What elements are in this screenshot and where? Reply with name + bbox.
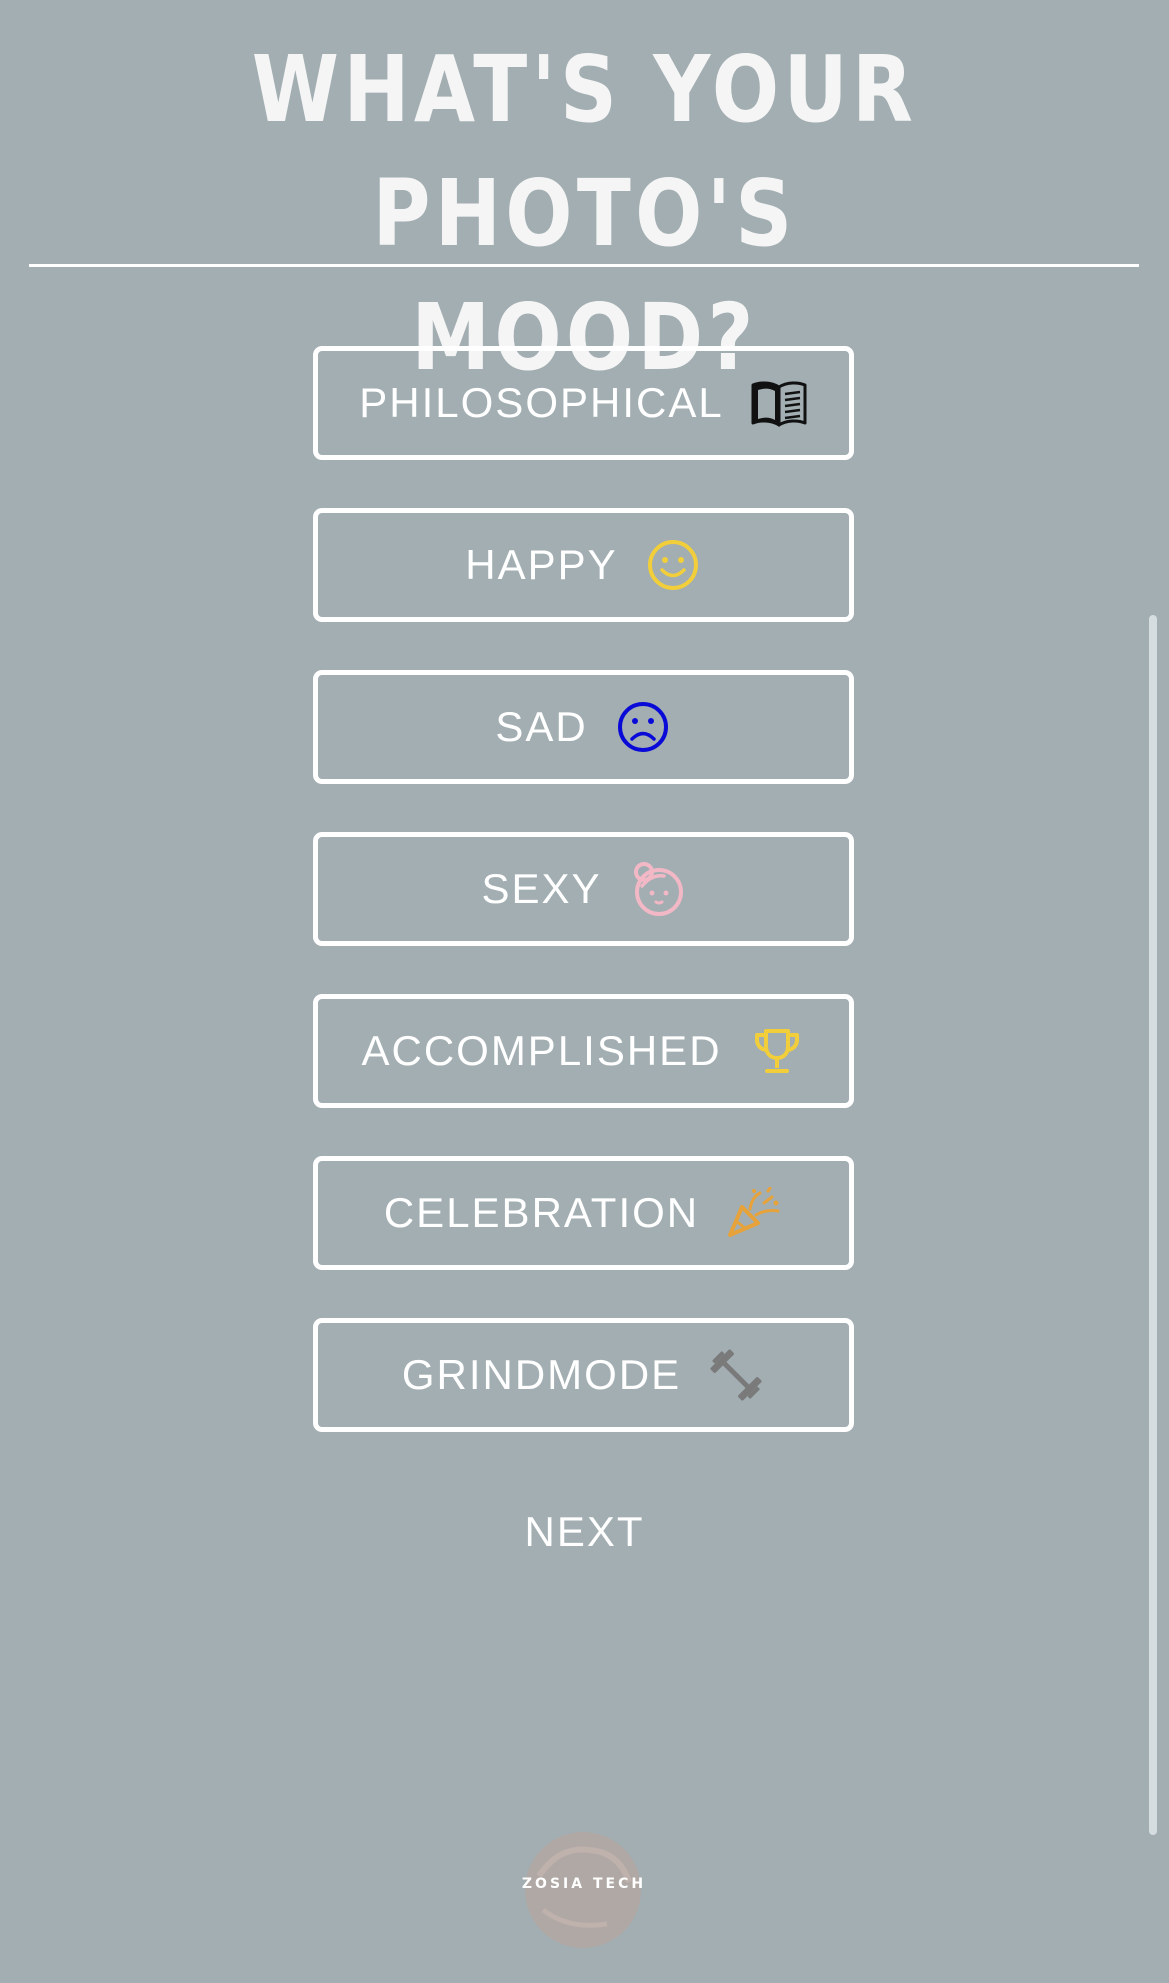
trophy-icon — [748, 1022, 806, 1080]
mood-option-label: PHILOSOPHICAL — [359, 379, 724, 426]
mood-options-list: PHILOSOPHICAL HAPPY SAD SEXY ACCOMPLISHE… — [313, 346, 854, 1480]
mood-option-label: ACCOMPLISHED — [361, 1027, 722, 1074]
mood-option-label: SEXY — [481, 865, 602, 912]
mood-option-label: CELEBRATION — [383, 1189, 700, 1236]
logo-text: ZOSIA TECH — [521, 1876, 647, 1892]
mood-option-grindmode[interactable]: GRINDMODE — [313, 1318, 854, 1432]
mood-option-sexy[interactable]: SEXY — [313, 832, 854, 946]
page-title-line-1: WHAT'S YOUR PHOTO'S — [251, 36, 918, 267]
smiley-face-icon — [644, 536, 702, 594]
mood-option-sad[interactable]: SAD — [313, 670, 854, 784]
mood-option-happy[interactable]: HAPPY — [313, 508, 854, 622]
mood-option-accomplished[interactable]: ACCOMPLISHED — [313, 994, 854, 1108]
mood-option-label: GRINDMODE — [401, 1351, 682, 1398]
mood-option-celebration[interactable]: CELEBRATION — [313, 1156, 854, 1270]
next-button[interactable]: NEXT — [0, 1508, 1169, 1556]
party-popper-icon — [725, 1184, 783, 1242]
open-book-icon — [750, 374, 808, 432]
girl-face-icon — [628, 860, 686, 918]
title-divider — [29, 264, 1139, 267]
mood-option-label: SAD — [495, 703, 588, 750]
sad-face-icon — [614, 698, 672, 756]
company-logo: ZOSIA TECH — [519, 1826, 649, 1950]
mood-option-philosophical[interactable]: PHILOSOPHICAL — [313, 346, 854, 460]
dumbbell-icon — [707, 1346, 765, 1404]
page-title: WHAT'S YOUR PHOTO'S MOOD? — [82, 28, 1087, 400]
mood-option-label: HAPPY — [465, 541, 618, 588]
vertical-scrollbar[interactable] — [1149, 615, 1157, 1835]
